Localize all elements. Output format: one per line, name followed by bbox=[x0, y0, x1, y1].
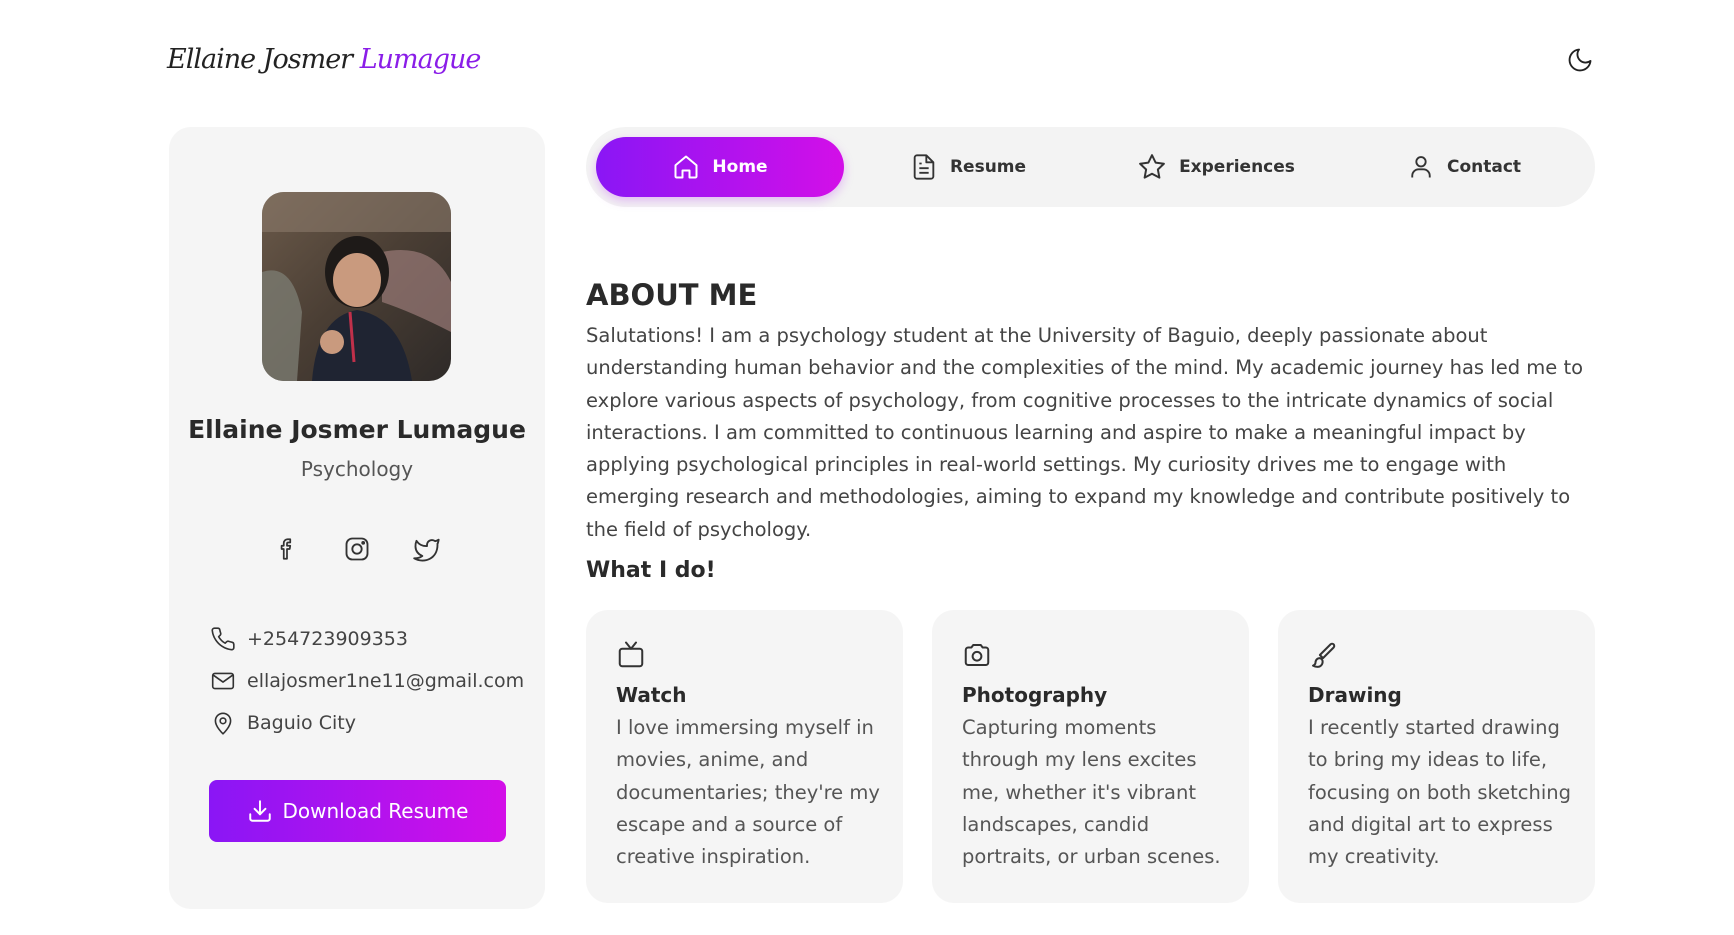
mail-icon bbox=[209, 667, 237, 695]
contact-email-text: ellajosmer1ne11@gmail.com bbox=[247, 670, 525, 692]
profile-name: Ellaine Josmer Lumague bbox=[188, 415, 526, 444]
tv-icon bbox=[618, 641, 644, 668]
card-description: I love immersing myself in movies, anime… bbox=[616, 716, 880, 869]
service-card-watch: Watch I love immersing myself in movies,… bbox=[586, 610, 903, 903]
about-text: Salutations! I am a psychology student a… bbox=[586, 324, 1584, 541]
main-nav: Home Resume Experiences Contact bbox=[586, 127, 1595, 207]
download-icon bbox=[248, 800, 271, 822]
nav-experiences-label: Experiences bbox=[1179, 157, 1295, 177]
moon-icon bbox=[1568, 48, 1592, 72]
card-description: Capturing moments through my lens excite… bbox=[962, 716, 1221, 869]
twitter-link[interactable] bbox=[412, 534, 442, 564]
logo-first-name: Ellaine Josmer bbox=[167, 44, 353, 75]
card-title: Watch bbox=[616, 683, 687, 707]
location-pin-icon bbox=[209, 709, 237, 737]
contact-location-text: Baguio City bbox=[247, 712, 356, 734]
star-icon bbox=[1139, 154, 1165, 179]
document-icon bbox=[913, 154, 935, 180]
download-resume-button[interactable]: Download Resume bbox=[209, 780, 506, 842]
facebook-icon bbox=[280, 538, 292, 560]
avatar bbox=[262, 192, 451, 381]
nav-contact[interactable]: Contact bbox=[1340, 137, 1588, 197]
about-heading: ABOUT ME bbox=[586, 278, 758, 312]
profile-sidebar: Ellaine Josmer Lumague Psychology +25472… bbox=[169, 127, 545, 909]
contact-phone-text: +254723909353 bbox=[247, 628, 408, 650]
brush-icon bbox=[1312, 642, 1336, 668]
contact-email[interactable]: ellajosmer1ne11@gmail.com bbox=[209, 667, 524, 695]
contact-phone[interactable]: +254723909353 bbox=[209, 625, 408, 653]
user-icon bbox=[1411, 156, 1431, 178]
download-resume-label: Download Resume bbox=[282, 799, 469, 823]
facebook-link[interactable] bbox=[272, 534, 302, 564]
service-card-photography: Photography Capturing moments through my… bbox=[932, 610, 1249, 903]
instagram-link[interactable] bbox=[342, 534, 372, 564]
nav-resume[interactable]: Resume bbox=[844, 137, 1092, 197]
site-logo[interactable]: Ellaine Josmer Lumague bbox=[167, 44, 482, 75]
instagram-icon bbox=[345, 537, 369, 561]
nav-contact-label: Contact bbox=[1446, 157, 1522, 177]
social-links bbox=[169, 534, 545, 564]
nav-experiences[interactable]: Experiences bbox=[1092, 137, 1340, 197]
camera-icon bbox=[964, 644, 990, 666]
contact-location: Baguio City bbox=[209, 709, 356, 737]
card-title: Drawing bbox=[1308, 683, 1402, 707]
card-title: Photography bbox=[962, 683, 1108, 707]
service-card-drawing: Drawing I recently started drawing to br… bbox=[1278, 610, 1595, 903]
nav-home[interactable]: Home bbox=[596, 137, 844, 197]
logo-last-name: Lumague bbox=[359, 44, 482, 75]
theme-toggle-button[interactable] bbox=[1564, 44, 1596, 76]
phone-icon bbox=[209, 625, 237, 653]
twitter-icon bbox=[413, 538, 440, 562]
nav-resume-label: Resume bbox=[949, 157, 1027, 177]
home-icon bbox=[674, 155, 698, 179]
profile-role: Psychology bbox=[300, 457, 414, 481]
card-description: I recently started drawing to bring my i… bbox=[1308, 716, 1572, 869]
what-i-do-heading: What I do! bbox=[586, 558, 716, 583]
nav-home-label: Home bbox=[712, 157, 768, 177]
